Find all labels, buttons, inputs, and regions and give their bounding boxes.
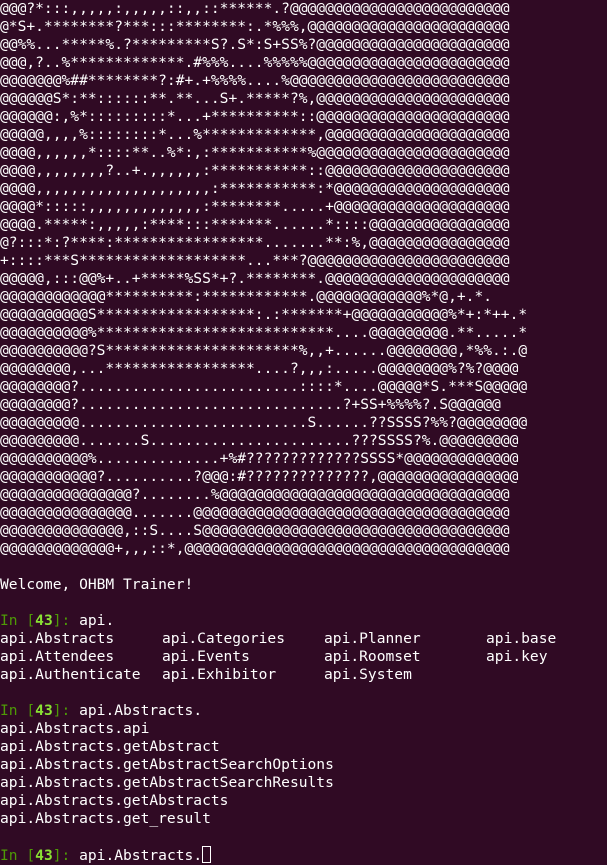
ascii-art-line: @@@@,,,,,,*::::**..%*:,:***********%@@@@… [0, 144, 510, 161]
completion-list: api.Abstracts api.Categories api.Planner ap… [0, 630, 607, 684]
completion-item [486, 666, 607, 684]
completion-item: api.Abstracts.getAbstract [0, 738, 220, 755]
ascii-art-line: @@@@@@@@,...*****************....?,,,:..… [0, 360, 519, 377]
ascii-art-line: @@@@@@@@?..............................?… [0, 396, 501, 413]
ascii-art-line: @@@@@@@@@@@@**********:************.@@@@… [0, 288, 493, 305]
ascii-art-line: @?:::*:?****:*****************.......**:… [0, 234, 510, 251]
prompt-close: ]: [52, 612, 80, 629]
completion-item: api.Categories [162, 630, 286, 647]
ascii-art-banner: @@@?*:::,,,,,:,,,,,::,,::******.?@@@@@@@… [0, 0, 607, 558]
ascii-art-line: @@%%...*****%.?*********S?.S*:S+SS%?@@@@… [0, 36, 510, 53]
ascii-art-line: @@@@@@S*:**::::::**.**...S+.*****?%,@@@@… [0, 90, 510, 107]
ascii-art-line: @@@@,,,,,,,,,,,,,,,,,,,,:***********:*@@… [0, 180, 510, 197]
ascii-art-line: @@@@@@@@@@@?..........?@@@:#????????????… [0, 468, 519, 485]
completion-item: api.Exhibitor [162, 666, 277, 683]
ascii-art-line: @@@,?..%*************.#%%%....%%%%%@@@@@… [0, 54, 510, 71]
ascii-art-line: @*S+.********?***:::********:.*%%%,@@@@@… [0, 18, 510, 35]
ascii-art-line: @@@@@@:,%*:::::::::*...+**********::@@@@… [0, 108, 510, 125]
completion-item: api.Planner [324, 630, 421, 647]
completion-item: api.Abstracts.getAbstractSearchOptions [0, 756, 334, 773]
completion-item: api.Events [162, 648, 250, 665]
ascii-art-line: @@@@.*****:,,,,,:****:::*******......*::… [0, 216, 510, 233]
completion-item: api.key [486, 648, 548, 665]
completion-item: api.Roomset [324, 648, 421, 665]
input-text: api.Abstracts. [79, 702, 203, 719]
input-text[interactable]: api.Abstracts. [79, 847, 202, 864]
ascii-art-line: @@@?*:::,,,,,:,,,,,::,,::******.?@@@@@@@… [0, 0, 510, 17]
prompt-close: ]: [52, 702, 80, 719]
ascii-art-line: @@@@,,,,,,,,?..+.,,,,,,:***********::@@@… [0, 162, 510, 179]
completion-item: api.Abstracts.get_result [0, 810, 211, 827]
ascii-art-line: @@@@@@@@@.......S.......................… [0, 432, 519, 449]
input-line-current[interactable]: In [43]: api.Abstracts. [0, 846, 607, 864]
ascii-art-line: @@@@@@@@@..........................S....… [0, 414, 528, 431]
ascii-art-line: @@@@@@@@@@?S**********************%,,+..… [0, 342, 528, 359]
ascii-art-line: @@@@*:::::,,,,,,,,,,,,,:********.....+@@… [0, 198, 510, 215]
prompt-in-label: In [ [0, 702, 36, 719]
prompt-number: 43 [35, 702, 53, 719]
ascii-art-line: @@@@@,,,,%::::::::*...%*************,@@@… [0, 126, 510, 143]
completion-item: api.Abstracts.api [0, 720, 150, 737]
completion-item: api.Abstracts.getAbstracts [0, 792, 229, 809]
ascii-art-line: @@@@@@@@@@%***************************..… [0, 324, 528, 341]
text-cursor [202, 846, 212, 863]
completion-list: api.Abstracts.api api.Abstracts.getAbstra… [0, 720, 607, 828]
ascii-art-line: @@@@@@@@@@@@@@,::S....S@@@@@@@@@@@@@@@@@… [0, 522, 510, 539]
ascii-art-line: @@@@@@@@@@@@@@@?........%@@@@@@@@@@@@@@@… [0, 486, 510, 503]
input-line-1: In [43]: api. [0, 612, 607, 630]
input-text: api. [79, 612, 115, 629]
ascii-art-line: @@@@@@@%##********?:#+.+%%%%....%@@@@@@@… [0, 72, 510, 89]
ascii-art-line: @@@@@@@@@@@@@@@.......@@@@@@@@@@@@@@@@@@… [0, 504, 510, 521]
ascii-art-line: @@@@@@@@?.........................::::*.… [0, 378, 528, 395]
input-line-2: In [43]: api.Abstracts. [0, 702, 607, 720]
ascii-art-line: @@@@@@@@@@S******************:.:*******+… [0, 306, 528, 323]
prompt-number: 43 [35, 612, 53, 629]
ascii-art-line: @@@@@,:::@@%+..+*****%SS*+?.********.@@@… [0, 270, 510, 287]
completion-item: api.base [486, 630, 557, 647]
prompt-in-label: In [ [0, 847, 36, 864]
completion-item: api.Attendees [0, 648, 115, 665]
completion-item: api.Abstracts.getAbstractSearchResults [0, 774, 334, 791]
completion-item: api.Abstracts [0, 630, 115, 647]
prompt-close: ]: [52, 847, 80, 864]
ascii-art-line: @@@@@@@@@@%..............+%#????????????… [0, 450, 519, 467]
welcome-message: Welcome, OHBM Trainer! [0, 576, 194, 593]
ascii-art-line: +::::***S*******************...***?@@@@@… [0, 252, 510, 269]
completion-item: api.System [324, 666, 412, 683]
completion-item: api.Authenticate [0, 666, 141, 683]
terminal-window[interactable]: @@@?*:::,,,,,:,,,,,::,,::******.?@@@@@@@… [0, 0, 607, 865]
prompt-number: 43 [35, 847, 53, 864]
prompt-in-label: In [ [0, 612, 36, 629]
ascii-art-line: @@@@@@@@@@@@@+,,,::*,@@@@@@@@@@@@@@@@@@@… [0, 540, 510, 557]
